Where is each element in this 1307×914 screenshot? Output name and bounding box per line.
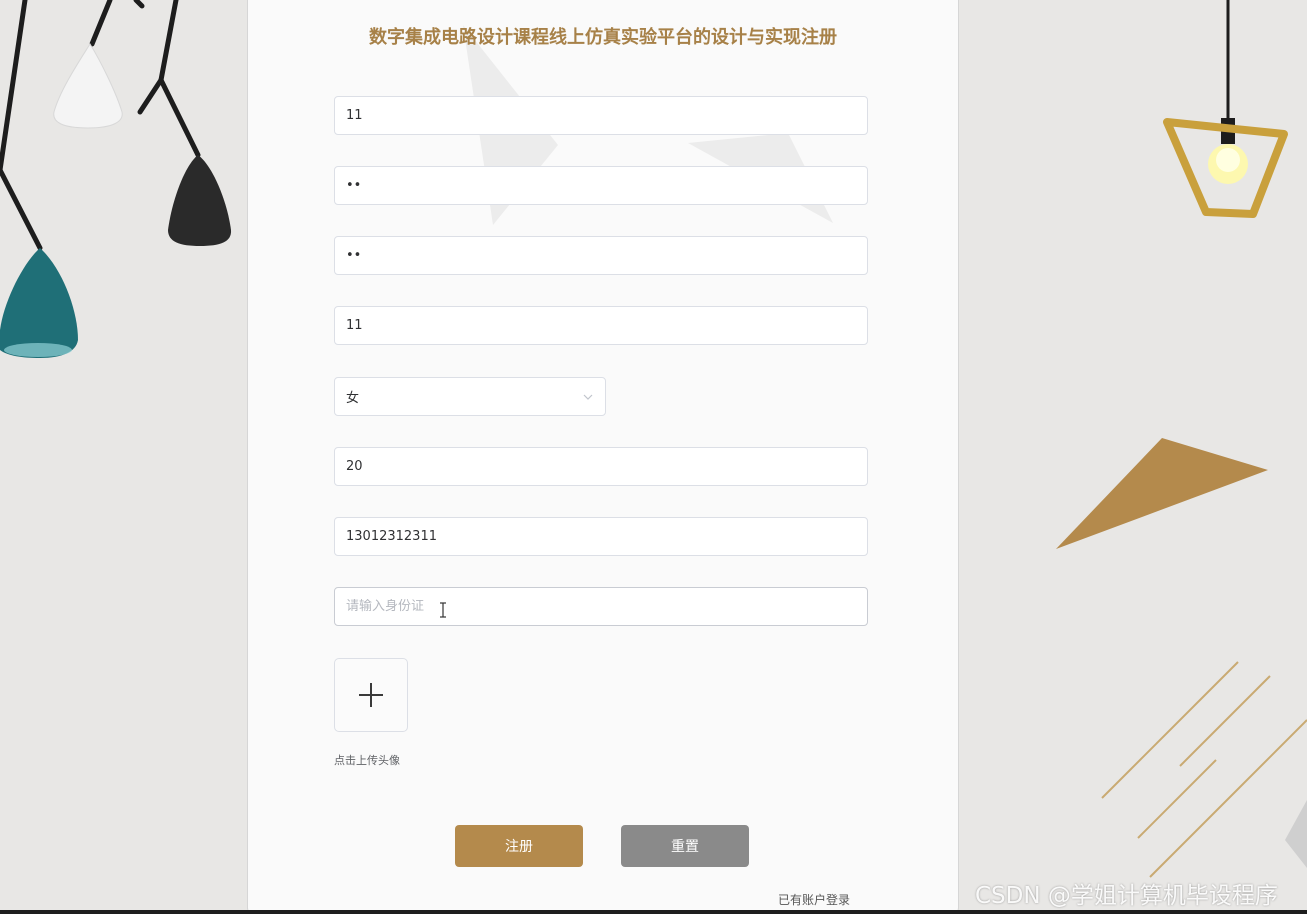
- gold-triangle: [1056, 438, 1268, 549]
- phone-field[interactable]: [334, 517, 868, 556]
- page-title: 数字集成电路设计课程线上仿真实验平台的设计与实现注册: [369, 27, 837, 48]
- phone-input[interactable]: [346, 529, 856, 544]
- age-input[interactable]: [346, 459, 856, 474]
- account-input[interactable]: [346, 108, 856, 123]
- account-field[interactable]: [334, 96, 868, 135]
- age-field[interactable]: [334, 447, 868, 486]
- gender-select[interactable]: 女: [334, 377, 606, 416]
- upload-hint: 点击上传头像: [334, 754, 400, 767]
- gender-selected-value: 女: [346, 391, 360, 406]
- password-field[interactable]: [334, 166, 868, 205]
- gold-lamp: [1163, 118, 1288, 218]
- bottom-border: [0, 910, 1307, 914]
- password-input[interactable]: [346, 178, 856, 193]
- id-card-field[interactable]: [334, 587, 868, 626]
- name-field[interactable]: [334, 306, 868, 345]
- confirm-password-input[interactable]: [346, 248, 856, 263]
- teal-lamp: [0, 248, 78, 358]
- id-card-input[interactable]: [346, 599, 856, 614]
- name-input[interactable]: [346, 318, 856, 333]
- black-lamp: [168, 155, 232, 246]
- login-link[interactable]: 已有账户登录: [778, 891, 850, 908]
- gray-diamond: [1285, 800, 1307, 868]
- pendant-lamps-left: [0, 0, 201, 251]
- gold-lines: [1101, 661, 1307, 878]
- reset-button[interactable]: 重置: [621, 825, 749, 867]
- confirm-password-field[interactable]: [334, 236, 868, 275]
- register-button[interactable]: 注册: [455, 825, 583, 867]
- plus-icon: [359, 683, 383, 707]
- white-lamp: [53, 43, 123, 129]
- avatar-upload[interactable]: [334, 658, 408, 732]
- watermark: CSDN @学姐计算机毕设程序: [975, 883, 1278, 909]
- chevron-down-icon: [582, 391, 594, 403]
- register-panel: 数字集成电路设计课程线上仿真实验平台的设计与实现注册 女 点击上传头像 注册 重…: [247, 0, 959, 914]
